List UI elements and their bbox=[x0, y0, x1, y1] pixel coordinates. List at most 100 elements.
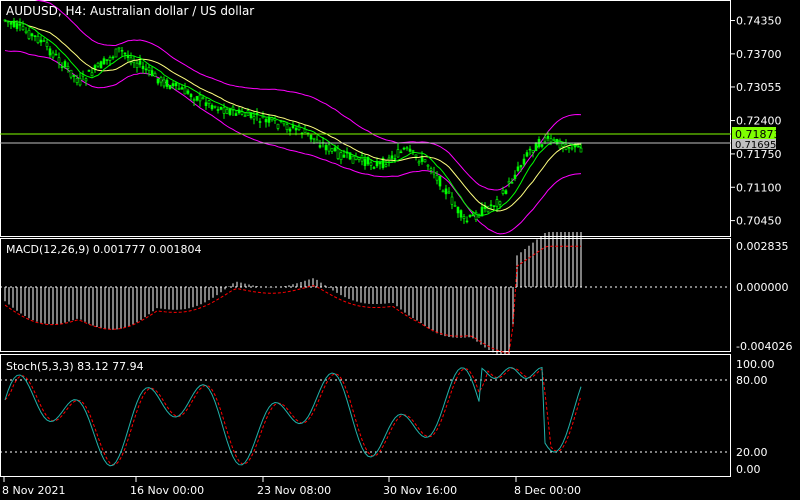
candle-body bbox=[114, 48, 118, 58]
candle-body bbox=[288, 128, 292, 132]
candle-body bbox=[105, 59, 109, 61]
candle-body bbox=[195, 96, 199, 101]
candle-body bbox=[393, 158, 397, 160]
candle-body bbox=[549, 138, 553, 143]
macd-pane[interactable]: MACD(12,26,9) 0.001777 0.001804 0.002835… bbox=[0, 232, 792, 358]
candle-body bbox=[171, 83, 175, 87]
candle-body bbox=[228, 108, 232, 115]
candle-body bbox=[57, 57, 61, 63]
candle-body bbox=[141, 65, 145, 70]
candle-body bbox=[102, 58, 106, 65]
candle-body bbox=[207, 100, 211, 105]
stoch-axis-80: 80.00 bbox=[736, 374, 768, 387]
candle-body bbox=[456, 206, 460, 214]
candle-body bbox=[504, 190, 508, 194]
price-axis[interactable]: 0.743500.737000.730550.724000.717500.711… bbox=[731, 15, 782, 228]
price-axis-label: 0.72400 bbox=[736, 115, 782, 128]
stoch-axis-100: 100.00 bbox=[736, 358, 775, 371]
candle-body bbox=[369, 162, 373, 166]
candle-body bbox=[15, 23, 19, 29]
candle-body bbox=[543, 137, 547, 142]
candle-body bbox=[36, 35, 40, 43]
candle-body bbox=[54, 53, 58, 56]
candle-body bbox=[450, 196, 454, 205]
candle-body bbox=[276, 123, 280, 129]
candle-body bbox=[219, 106, 223, 110]
candle-body bbox=[135, 62, 139, 68]
candle-body bbox=[405, 147, 409, 149]
candle-body bbox=[558, 140, 562, 149]
candle-body bbox=[495, 199, 499, 207]
candle-body bbox=[294, 127, 298, 131]
candle-body bbox=[66, 66, 70, 69]
candle-body bbox=[165, 79, 169, 87]
candle-body bbox=[60, 66, 64, 69]
candle-body bbox=[327, 144, 331, 152]
candle-body bbox=[528, 148, 532, 151]
candle-body bbox=[24, 30, 28, 33]
price-pane-frame bbox=[0, 0, 731, 237]
candle-body bbox=[390, 155, 394, 159]
candle-body bbox=[336, 148, 340, 159]
candle-body bbox=[540, 144, 544, 147]
candle-body bbox=[441, 190, 445, 193]
price-axis-label: 0.71100 bbox=[736, 181, 782, 194]
candle-body bbox=[420, 156, 424, 162]
candle-body bbox=[51, 52, 55, 58]
time-label-1: 16 Nov 00:00 bbox=[130, 484, 204, 497]
macd-title: MACD(12,26,9) 0.001777 0.001804 bbox=[6, 243, 202, 256]
candle-body bbox=[225, 109, 229, 114]
candle-body bbox=[210, 105, 214, 110]
stoch-axis-20: 20.00 bbox=[736, 446, 768, 459]
price-pane[interactable]: AUDUSD, H4: Australian dollar / US dolla… bbox=[0, 0, 731, 237]
candle-body bbox=[462, 216, 466, 219]
candle-body bbox=[189, 94, 193, 98]
candle-body bbox=[438, 176, 442, 187]
candle-body bbox=[33, 35, 37, 37]
candle-body bbox=[408, 148, 412, 152]
candle-body bbox=[153, 72, 157, 77]
symbol-title: AUDUSD, H4: Australian dollar / US dolla… bbox=[6, 4, 254, 18]
candle-body bbox=[423, 159, 427, 163]
time-axis[interactable]: 8 Nov 2021 16 Nov 00:00 23 Nov 08:00 30 … bbox=[2, 477, 581, 497]
candle-body bbox=[63, 61, 67, 68]
candle-body bbox=[363, 158, 367, 167]
candle-body bbox=[30, 33, 34, 37]
candle-body bbox=[513, 174, 517, 179]
candle-body bbox=[150, 70, 154, 76]
stoch-title: Stoch(5,3,3) 83.12 77.94 bbox=[6, 360, 144, 373]
candle-body bbox=[78, 77, 82, 86]
candle-body bbox=[561, 143, 565, 147]
candle-body bbox=[108, 57, 112, 61]
stoch-pane[interactable]: Stoch(5,3,3) 83.12 77.94 100.00 80.00 20… bbox=[0, 354, 775, 477]
candle-body bbox=[342, 154, 346, 158]
candle-body bbox=[447, 191, 451, 194]
candle-body bbox=[42, 40, 46, 42]
candle-body bbox=[90, 72, 94, 77]
candle-body bbox=[96, 62, 100, 67]
candle-body bbox=[252, 116, 256, 120]
candle-body bbox=[333, 147, 337, 151]
candle-body bbox=[312, 137, 316, 140]
candle-body bbox=[519, 165, 523, 168]
macd-axis-zero: 0.000000 bbox=[736, 281, 789, 294]
candle-body bbox=[315, 139, 319, 143]
candle-body bbox=[216, 109, 220, 111]
candle-body bbox=[459, 210, 463, 218]
time-label-0: 8 Nov 2021 bbox=[2, 484, 65, 497]
candle-body bbox=[489, 204, 493, 207]
candle-body bbox=[432, 171, 436, 175]
candle-body bbox=[480, 206, 484, 217]
candle-body bbox=[468, 214, 472, 218]
trading-chart[interactable]: AUDUSD, H4: Australian dollar / US dolla… bbox=[0, 0, 800, 500]
candle-body bbox=[186, 90, 190, 94]
candle-body bbox=[360, 155, 364, 162]
candle-body bbox=[87, 69, 91, 72]
candle-body bbox=[267, 117, 271, 123]
candle-body bbox=[291, 125, 295, 129]
candle-body bbox=[234, 113, 238, 116]
candle-body bbox=[18, 23, 22, 26]
candle-body bbox=[309, 134, 313, 140]
candle-body bbox=[21, 26, 25, 31]
candle-body bbox=[507, 181, 511, 184]
